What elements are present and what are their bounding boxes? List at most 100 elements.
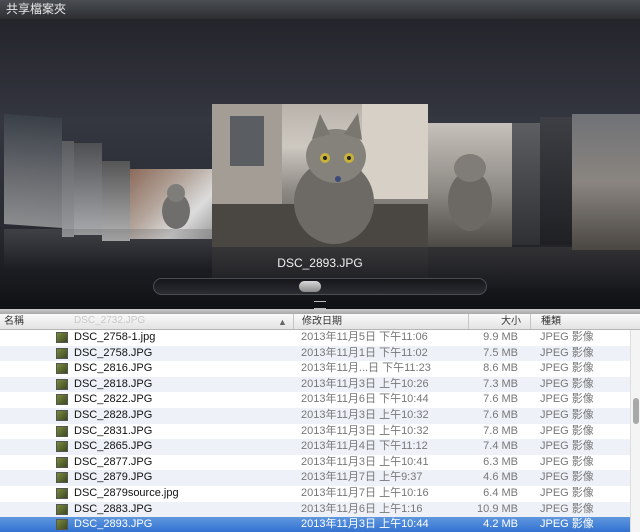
cover-left-2[interactable] bbox=[74, 143, 102, 235]
cat-photo-right bbox=[448, 154, 492, 231]
file-date: 2013年11月4日 下午11:12 bbox=[301, 440, 428, 453]
file-kind: JPEG 影像 bbox=[540, 455, 594, 468]
cover-flow-scroll-knob[interactable] bbox=[299, 281, 321, 292]
cover-current[interactable] bbox=[212, 104, 428, 247]
window-title: 共享檔案夾 bbox=[6, 2, 67, 16]
jpeg-file-icon bbox=[56, 503, 68, 515]
jpeg-file-icon bbox=[56, 410, 68, 421]
cover-right-far[interactable] bbox=[572, 114, 640, 250]
cover-left-far[interactable] bbox=[4, 113, 62, 229]
jpeg-file-icon bbox=[56, 332, 68, 343]
cover-right-3[interactable] bbox=[540, 117, 572, 245]
file-date: 2013年11月3日 上午10:44 bbox=[301, 518, 429, 531]
file-size: 10.9 MB bbox=[477, 502, 518, 515]
file-name: DSC_2818.JPG bbox=[74, 377, 153, 390]
jpeg-file-icon bbox=[56, 472, 68, 484]
file-date: 2013年11月7日 上午10:16 bbox=[301, 487, 429, 499]
file-size: 7.5 MB bbox=[483, 346, 518, 359]
file-name: DSC_2877.JPG bbox=[74, 455, 153, 468]
file-name: DSC_2758.JPG bbox=[74, 346, 153, 359]
jpeg-file-icon bbox=[56, 378, 68, 390]
file-size: 9.9 MB bbox=[483, 331, 518, 343]
file-size: 4.2 MB bbox=[483, 518, 518, 531]
file-kind: JPEG 影像 bbox=[540, 362, 594, 375]
cover-left-3[interactable] bbox=[62, 141, 74, 237]
column-header-kind[interactable]: 種類 bbox=[530, 314, 561, 329]
file-name: DSC_2816.JPG bbox=[74, 362, 153, 375]
table-row[interactable]: DSC_2879.JPG 2013年11月7日 上午9:37 4.6 MB JPEG … bbox=[0, 470, 630, 486]
list-vertical-scrollbar[interactable] bbox=[630, 330, 640, 532]
table-row[interactable]: DSC_2883.JPG 2013年11月6日 上午1:16 10.9 MB JPEG… bbox=[0, 501, 630, 518]
file-size: 6.3 MB bbox=[483, 455, 518, 468]
column-header-date[interactable]: 修改日期 bbox=[293, 314, 342, 329]
cover-flow-view[interactable]: DSC_2893.JPG bbox=[0, 19, 640, 309]
file-name: DSC_2831.JPG bbox=[74, 424, 153, 437]
file-size: 6.4 MB bbox=[483, 487, 518, 499]
file-kind: JPEG 影像 bbox=[540, 518, 594, 531]
table-row[interactable]: DSC_2831.JPG 2013年11月3日 上午10:32 7.8 MB JPEG… bbox=[0, 424, 630, 440]
table-row[interactable]: DSC_2865.JPG 2013年11月4日 下午11:12 7.4 MB JPEG… bbox=[0, 439, 630, 455]
file-name: DSC_2893.JPG bbox=[74, 518, 153, 531]
file-size: 4.6 MB bbox=[483, 471, 518, 484]
file-kind: JPEG 影像 bbox=[540, 393, 594, 406]
jpeg-file-icon bbox=[56, 363, 68, 375]
divider-grip-icon[interactable] bbox=[314, 301, 326, 309]
table-row-selected[interactable]: DSC_2893.JPG 2013年11月3日 上午10:44 4.2 MB JPEG… bbox=[0, 517, 630, 532]
file-kind: JPEG 影像 bbox=[540, 487, 594, 499]
file-kind: JPEG 影像 bbox=[540, 377, 594, 390]
jpeg-file-icon bbox=[56, 456, 68, 468]
file-list[interactable]: DSC_2758-1.jpg 2013年11月5日 下午11:06 9.9 MB JP… bbox=[0, 330, 630, 532]
file-name: DSC_2865.JPG bbox=[74, 440, 153, 453]
file-size: 7.8 MB bbox=[483, 424, 518, 437]
file-date: 2013年11月3日 上午10:41 bbox=[301, 455, 429, 468]
file-date: 2013年11月1日 下午11:02 bbox=[301, 346, 428, 359]
jpeg-file-icon bbox=[56, 519, 68, 531]
jpeg-file-icon bbox=[56, 425, 68, 437]
file-date: 2013年11月6日 上午1:16 bbox=[301, 502, 423, 515]
file-name: DSC_2828.JPG bbox=[74, 409, 153, 421]
cover-flow-scrollbar[interactable] bbox=[153, 278, 487, 295]
column-header-name[interactable]: 名稱 bbox=[4, 314, 24, 329]
table-row[interactable]: DSC_2816.JPG 2013年11月...日 下午11:23 8.6 MB JP… bbox=[0, 361, 630, 377]
list-scroll-thumb[interactable] bbox=[633, 398, 639, 424]
file-size: 7.4 MB bbox=[483, 440, 518, 453]
file-date: 2013年11月3日 上午10:32 bbox=[301, 424, 429, 437]
table-row[interactable]: DSC_2818.JPG 2013年11月3日 上午10:26 7.3 MB JPEG… bbox=[0, 376, 630, 393]
table-row[interactable]: DSC_2828.JPG 2013年11月3日 上午10:32 7.6 MB JPEG… bbox=[0, 408, 630, 424]
file-date: 2013年11月5日 下午11:06 bbox=[301, 331, 428, 343]
file-kind: JPEG 影像 bbox=[540, 440, 594, 453]
column-header-size[interactable]: 大小 bbox=[468, 314, 521, 329]
table-row[interactable]: DSC_2879source.jpg 2013年11月7日 上午10:16 6.4 … bbox=[0, 486, 630, 502]
file-date: 2013年11月3日 上午10:32 bbox=[301, 409, 429, 421]
file-date: 2013年11月6日 下午10:44 bbox=[301, 393, 429, 406]
file-date: 2013年11月7日 上午9:37 bbox=[301, 471, 423, 484]
file-size: 8.6 MB bbox=[483, 362, 518, 375]
file-name: DSC_2822.JPG bbox=[74, 393, 153, 406]
cover-caption: DSC_2893.JPG bbox=[277, 256, 363, 270]
file-kind: JPEG 影像 bbox=[540, 502, 594, 515]
jpeg-file-icon bbox=[56, 347, 68, 359]
partially-hidden-row: DSC_2732.JPG bbox=[74, 315, 146, 326]
table-row[interactable]: DSC_2758-1.jpg 2013年11月5日 下午11:06 9.9 MB JP… bbox=[0, 330, 630, 346]
file-size: 7.3 MB bbox=[483, 377, 518, 390]
table-row[interactable]: DSC_2822.JPG 2013年11月6日 下午10:44 7.6 MB JPEG… bbox=[0, 392, 630, 408]
jpeg-file-icon bbox=[56, 441, 68, 453]
sort-ascending-icon: ▲ bbox=[278, 317, 287, 327]
cat-photo-main bbox=[212, 104, 428, 247]
window-title-bar: 共享檔案夾 bbox=[0, 0, 640, 19]
file-name: DSC_2879source.jpg bbox=[74, 487, 179, 499]
table-row[interactable]: DSC_2758.JPG 2013年11月1日 下午11:02 7.5 MB JPEG… bbox=[0, 345, 630, 362]
file-date: 2013年11月3日 上午10:26 bbox=[301, 377, 429, 390]
cover-right-2[interactable] bbox=[512, 123, 540, 245]
file-size: 7.6 MB bbox=[483, 409, 518, 421]
table-row[interactable]: DSC_2877.JPG 2013年11月3日 上午10:41 6.3 MB JPEG… bbox=[0, 455, 630, 471]
file-kind: JPEG 影像 bbox=[540, 346, 594, 359]
jpeg-file-icon bbox=[56, 394, 68, 406]
file-kind: JPEG 影像 bbox=[540, 331, 594, 343]
jpeg-file-icon bbox=[56, 488, 68, 499]
file-name: DSC_2758-1.jpg bbox=[74, 331, 156, 343]
file-name: DSC_2879.JPG bbox=[74, 471, 153, 484]
file-kind: JPEG 影像 bbox=[540, 409, 594, 421]
file-size: 7.6 MB bbox=[483, 393, 518, 406]
cover-right-near[interactable] bbox=[428, 123, 512, 247]
